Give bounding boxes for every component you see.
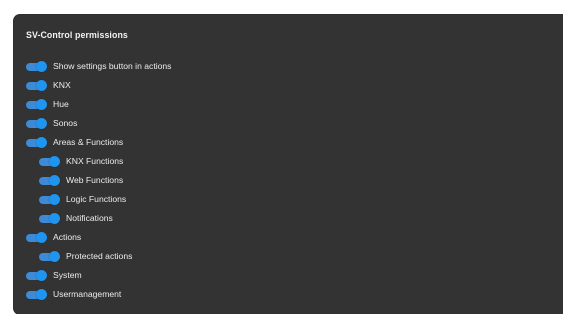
toggle-knob <box>49 213 60 224</box>
permission-row-show-settings-button: Show settings button in actions <box>26 57 171 76</box>
toggle-knob <box>36 61 47 72</box>
permission-label: KNX Functions <box>66 156 124 166</box>
panel-title: SV-Control permissions <box>26 30 128 40</box>
permission-label: Show settings button in actions <box>53 61 172 71</box>
toggle-knob <box>49 194 60 205</box>
permission-row-actions: Actions <box>26 228 171 247</box>
permission-label: Usermanagement <box>53 289 122 299</box>
toggle-switch[interactable] <box>26 232 47 243</box>
toggle-knob <box>49 175 60 186</box>
toggle-knob <box>36 270 47 281</box>
permission-row-knx: KNX <box>26 76 171 95</box>
toggle-knob <box>49 156 60 167</box>
permission-row-usermanagement: Usermanagement <box>26 285 171 304</box>
permission-label: System <box>53 270 82 280</box>
permission-label: KNX <box>53 80 71 90</box>
permission-label: Notifications <box>66 213 113 223</box>
toggle-switch[interactable] <box>26 137 47 148</box>
permission-row-sonos: Sonos <box>26 114 171 133</box>
toggle-switch[interactable] <box>26 289 47 300</box>
permission-row-logic-functions: Logic Functions <box>26 190 171 209</box>
toggle-switch[interactable] <box>39 213 60 224</box>
permission-label: Web Functions <box>66 175 124 185</box>
permission-row-system: System <box>26 266 171 285</box>
toggle-switch[interactable] <box>26 270 47 281</box>
permission-row-areas-functions: Areas & Functions <box>26 133 171 152</box>
toggle-switch[interactable] <box>39 156 60 167</box>
toggle-switch[interactable] <box>39 194 60 205</box>
permission-label: Hue <box>53 99 69 109</box>
toggle-knob <box>36 232 47 243</box>
toggle-knob <box>36 80 47 91</box>
page-background: SV-Control permissions Show settings but… <box>0 0 563 314</box>
permission-label: Protected actions <box>66 251 133 261</box>
toggle-switch[interactable] <box>39 175 60 186</box>
permission-list: Show settings button in actions KNX Hue … <box>26 57 171 304</box>
permissions-panel: SV-Control permissions Show settings but… <box>14 15 563 314</box>
toggle-switch[interactable] <box>39 251 60 262</box>
toggle-knob <box>36 99 47 110</box>
toggle-knob <box>49 251 60 262</box>
permission-label: Areas & Functions <box>53 137 124 147</box>
toggle-knob <box>36 137 47 148</box>
permission-label: Sonos <box>53 118 78 128</box>
toggle-switch[interactable] <box>26 61 47 72</box>
permission-label: Actions <box>53 232 82 242</box>
permission-row-hue: Hue <box>26 95 171 114</box>
toggle-knob <box>36 118 47 129</box>
toggle-switch[interactable] <box>26 99 47 110</box>
toggle-switch[interactable] <box>26 80 47 91</box>
permission-row-protected-actions: Protected actions <box>26 247 171 266</box>
toggle-knob <box>36 289 47 300</box>
permission-row-knx-functions: KNX Functions <box>26 152 171 171</box>
permission-label: Logic Functions <box>66 194 127 204</box>
permission-row-notifications: Notifications <box>26 209 171 228</box>
permission-row-web-functions: Web Functions <box>26 171 171 190</box>
toggle-switch[interactable] <box>26 118 47 129</box>
